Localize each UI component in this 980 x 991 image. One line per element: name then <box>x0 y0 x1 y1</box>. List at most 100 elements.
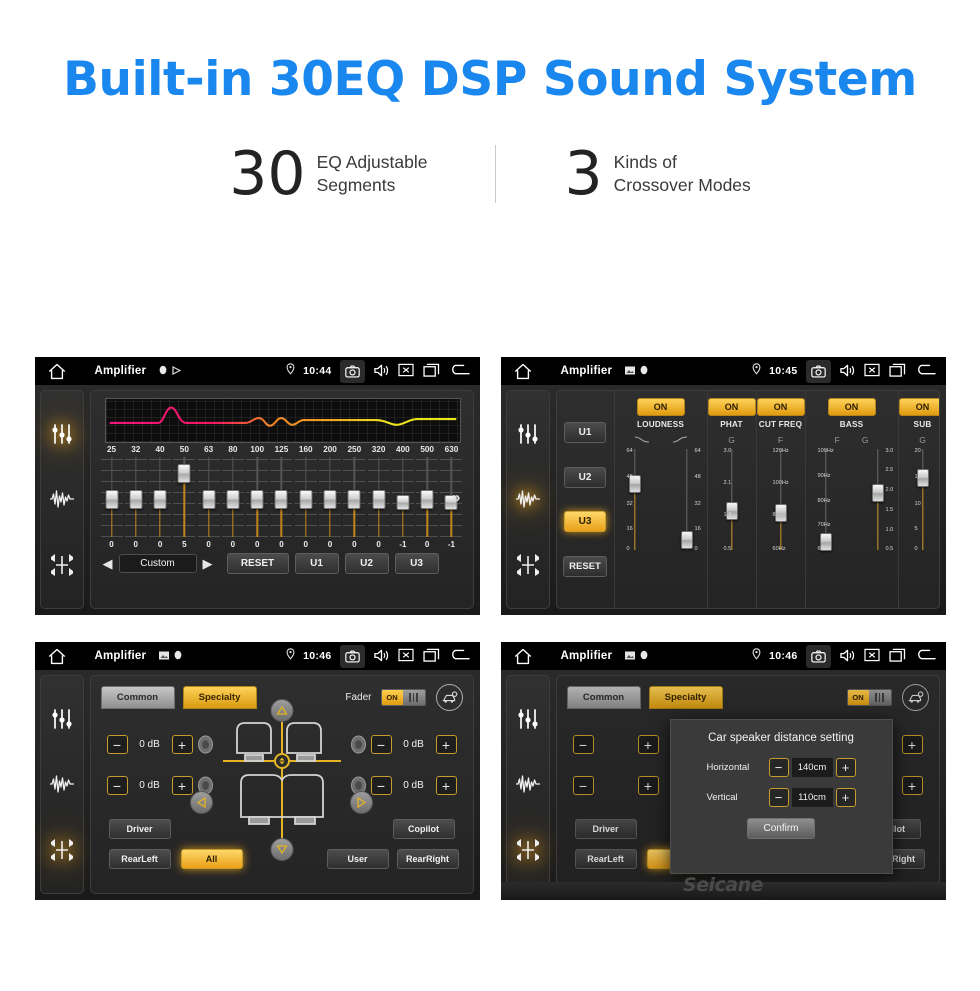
eq-slider[interactable]: 0 <box>246 457 269 549</box>
preset-driver-button[interactable]: Driver <box>108 819 171 839</box>
back-arrow-icon[interactable] <box>448 363 470 380</box>
home-icon[interactable] <box>47 648 67 665</box>
back-arrow-icon[interactable] <box>914 363 936 380</box>
eq-slider[interactable]: 0 <box>343 457 366 549</box>
sidebar-waveform-icon[interactable] <box>48 770 76 798</box>
sidebar-equalizer-icon[interactable] <box>514 705 542 733</box>
decrease-button[interactable]: − <box>106 735 128 754</box>
recent-apps-icon[interactable] <box>888 648 906 665</box>
increase-button[interactable]: + <box>435 776 457 795</box>
preset-rearright-button[interactable]: RearRight <box>396 849 459 869</box>
horizontal-decrease-button[interactable]: − <box>768 758 789 777</box>
reset-button[interactable]: RESET <box>563 556 607 578</box>
sidebar-balance-icon[interactable] <box>48 551 76 579</box>
home-icon[interactable] <box>513 648 533 665</box>
close-box-icon[interactable] <box>863 363 881 380</box>
loudness-slider-left[interactable]: 64 48 32 16 0 <box>615 447 655 552</box>
bass-on-button[interactable]: ON <box>827 398 876 416</box>
back-arrow-icon[interactable] <box>914 648 936 665</box>
sidebar-waveform-icon[interactable] <box>514 485 542 513</box>
screenshot-camera-icon[interactable] <box>339 644 365 668</box>
recent-apps-icon[interactable] <box>422 363 440 380</box>
preset-user-button[interactable]: User <box>326 849 389 869</box>
eq-slider[interactable]: 0 <box>197 457 220 549</box>
recent-apps-icon[interactable] <box>888 363 906 380</box>
cut-freq-slider[interactable]: 120Hz 100Hz 80Hz 60Hz <box>761 447 801 552</box>
eq-slider[interactable]: 0 <box>100 457 123 549</box>
eq-slider[interactable]: 0 <box>367 457 390 549</box>
sub-on-button[interactable]: ON <box>898 398 939 416</box>
close-box-icon[interactable] <box>863 648 881 665</box>
user-preset-u2-button[interactable]: U2 <box>564 466 606 488</box>
car-seat-diagram[interactable] <box>222 717 341 841</box>
confirm-button[interactable]: Confirm <box>747 818 815 839</box>
tab-specialty[interactable]: Specialty <box>182 686 257 709</box>
eq-slider[interactable]: 0 <box>294 457 317 549</box>
volume-icon[interactable] <box>373 363 390 380</box>
tab-common[interactable]: Common <box>100 686 175 709</box>
preset-copilot-button[interactable]: Copilot <box>392 819 455 839</box>
phat-on-button[interactable]: ON <box>707 398 756 416</box>
increase-button[interactable]: + <box>435 735 457 754</box>
eq-slider[interactable]: 0 <box>416 457 439 549</box>
sidebar-equalizer-icon[interactable] <box>48 420 76 448</box>
preset-prev-arrow-icon[interactable]: ◀ <box>103 556 113 572</box>
user-preset-u2-button[interactable]: U2 <box>344 553 389 574</box>
car-settings-icon[interactable] <box>435 684 463 711</box>
phat-slider[interactable]: 3.0 2.1 1.3 0.5 <box>712 447 752 552</box>
reset-button[interactable]: RESET <box>226 553 289 574</box>
close-box-icon[interactable] <box>397 363 415 380</box>
user-preset-u3-button[interactable]: U3 <box>564 511 606 533</box>
horizontal-increase-button[interactable]: + <box>835 758 856 777</box>
volume-icon[interactable] <box>839 648 856 665</box>
user-preset-u3-button[interactable]: U3 <box>394 553 439 574</box>
cut-freq-on-button[interactable]: ON <box>756 398 805 416</box>
sidebar-waveform-icon[interactable] <box>514 770 542 798</box>
sidebar-waveform-icon[interactable] <box>48 485 76 513</box>
user-preset-u1-button[interactable]: U1 <box>564 421 606 443</box>
sidebar-balance-icon[interactable] <box>514 551 542 579</box>
eq-next-page-chevron-icon[interactable]: » <box>452 489 460 506</box>
screenshot-camera-icon[interactable] <box>805 644 831 668</box>
sidebar-balance-icon[interactable] <box>48 836 76 864</box>
preset-rearleft-button[interactable]: RearLeft <box>108 849 171 869</box>
eq-slider[interactable]: 0 <box>149 457 172 549</box>
increase-button[interactable]: + <box>171 735 193 754</box>
screenshot-camera-icon[interactable] <box>339 359 365 383</box>
volume-icon[interactable] <box>373 648 390 665</box>
sidebar-equalizer-icon[interactable] <box>514 420 542 448</box>
recent-apps-icon[interactable] <box>422 648 440 665</box>
loudness-on-button[interactable]: ON <box>636 398 685 416</box>
vertical-increase-button[interactable]: + <box>835 788 856 807</box>
home-icon[interactable] <box>47 363 67 380</box>
nav-right-button[interactable] <box>350 791 374 814</box>
loudness-slider-right[interactable]: 64 48 32 16 0 <box>667 447 707 552</box>
eq-slider[interactable]: 0 <box>124 457 147 549</box>
nav-up-button[interactable] <box>270 699 293 722</box>
close-box-icon[interactable] <box>397 648 415 665</box>
increase-button[interactable]: + <box>171 776 193 795</box>
preset-name-display[interactable]: Custom <box>118 554 197 573</box>
decrease-button[interactable]: − <box>370 735 392 754</box>
sidebar-balance-icon[interactable] <box>514 836 542 864</box>
nav-left-button[interactable] <box>189 791 213 814</box>
preset-all-button[interactable]: All <box>180 849 243 869</box>
home-icon[interactable] <box>513 363 533 380</box>
eq-slider[interactable]: -1 <box>391 457 414 549</box>
sidebar-equalizer-icon[interactable] <box>48 705 76 733</box>
bass-freq-slider[interactable]: 100Hz 90Hz 80Hz 70Hz 60Hz <box>806 447 846 552</box>
decrease-button[interactable]: − <box>106 776 128 795</box>
preset-next-arrow-icon[interactable]: ▶ <box>203 556 213 572</box>
fader-toggle[interactable]: ON <box>380 689 426 706</box>
nav-down-button[interactable] <box>270 838 293 861</box>
eq-slider[interactable]: 0 <box>270 457 293 549</box>
sub-slider[interactable]: 20 15 10 5 0 <box>903 447 939 552</box>
volume-icon[interactable] <box>839 363 856 380</box>
eq-slider[interactable]: 0 <box>319 457 342 549</box>
vertical-decrease-button[interactable]: − <box>768 788 789 807</box>
back-arrow-icon[interactable] <box>448 648 470 665</box>
decrease-button[interactable]: − <box>370 776 392 795</box>
eq-slider[interactable]: 5 <box>173 457 196 549</box>
user-preset-u1-button[interactable]: U1 <box>294 553 339 574</box>
eq-slider[interactable]: 0 <box>221 457 244 549</box>
